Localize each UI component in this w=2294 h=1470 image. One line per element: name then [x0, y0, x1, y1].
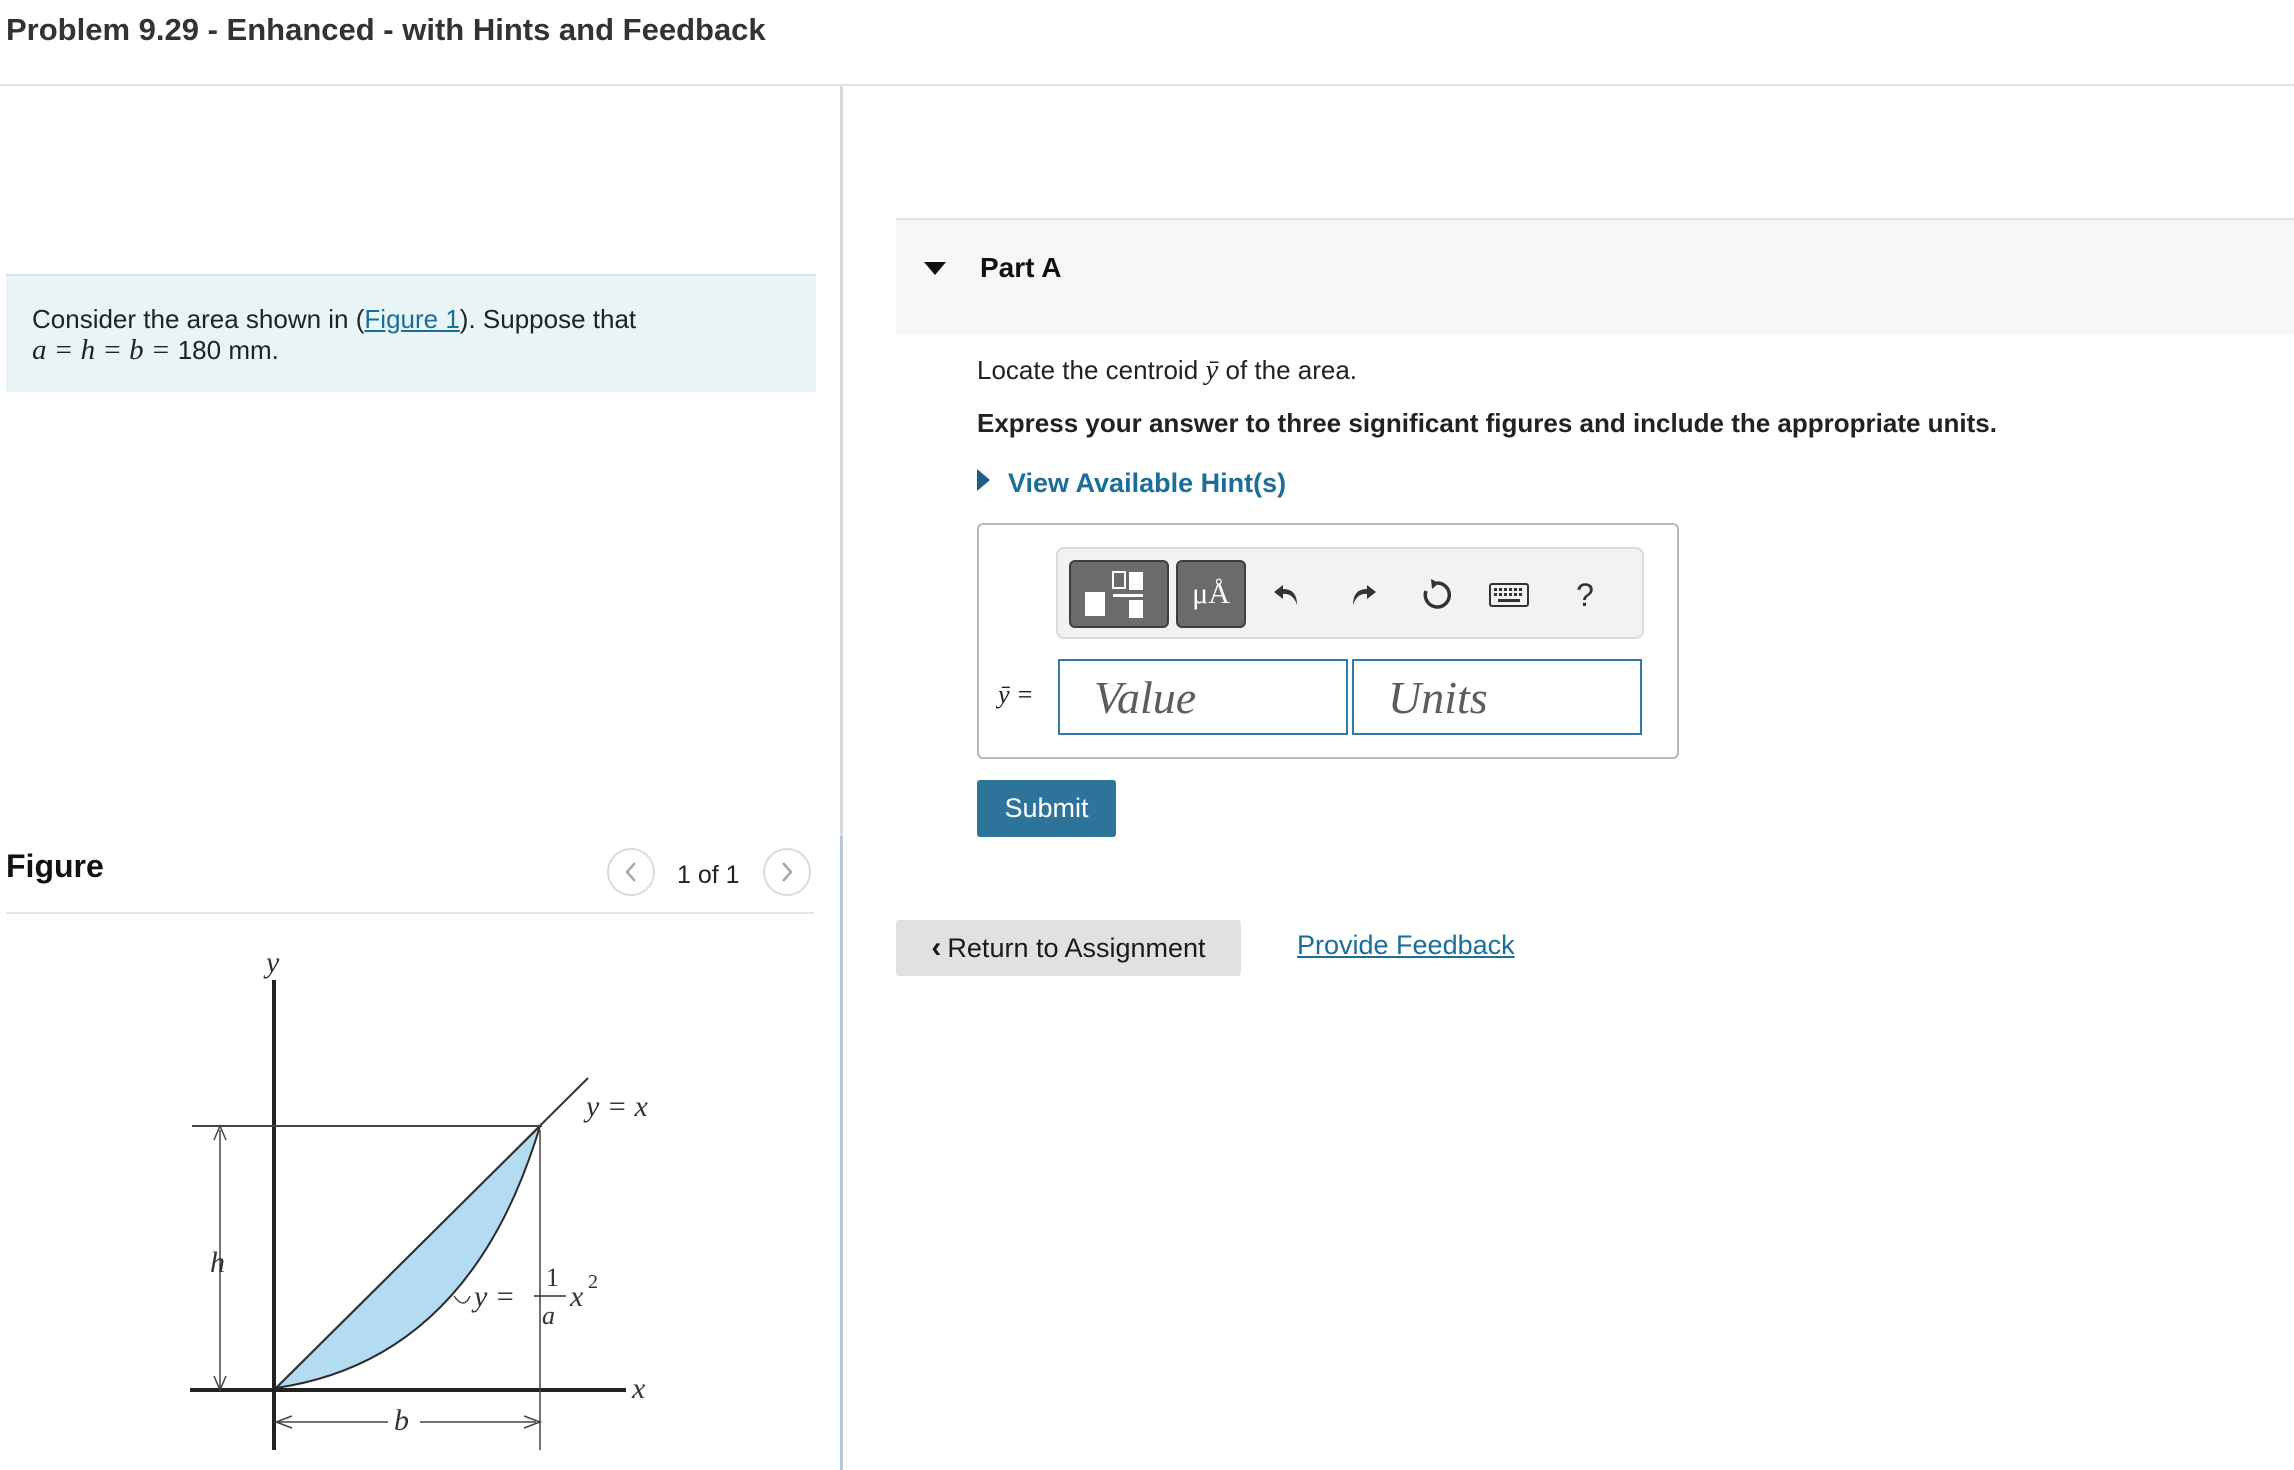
- statement-text: Consider the area shown in (: [32, 304, 365, 334]
- value-input[interactable]: [1058, 659, 1348, 735]
- problem-statement: Consider the area shown in (Figure 1). S…: [6, 274, 816, 392]
- chevron-left-icon: [625, 862, 636, 882]
- units-input[interactable]: [1352, 659, 1642, 735]
- line-y-equals-x: [275, 1077, 589, 1389]
- answer-instruction: Express your answer to three significant…: [977, 408, 1997, 438]
- reset-button[interactable]: [1414, 572, 1460, 618]
- caret-right-icon[interactable]: [977, 469, 990, 491]
- redo-icon: [1353, 585, 1376, 605]
- x-axis-label: x: [631, 1372, 646, 1405]
- return-label: Return to Assignment: [947, 932, 1206, 963]
- curve-numerator: 1: [546, 1263, 559, 1292]
- header-divider: [0, 84, 2294, 86]
- curve-exponent: 2: [588, 1271, 598, 1293]
- figure-prev-button[interactable]: [607, 848, 655, 896]
- reset-icon: [1423, 579, 1452, 609]
- answer-label: ȳ =: [998, 680, 1034, 709]
- keyboard-icon: [1489, 583, 1529, 607]
- curve-variable: x: [569, 1280, 584, 1313]
- height-label: h: [210, 1246, 225, 1279]
- page-title: Problem 9.29 - Enhanced - with Hints and…: [6, 12, 766, 47]
- statement-value: 180 mm.: [177, 335, 279, 365]
- y-axis-label: y: [263, 946, 280, 979]
- templates-icon: [1085, 571, 1143, 618]
- area-figure: y x y = x h b y = 1 a x 2: [190, 946, 649, 1450]
- statement-text-tail: ). Suppose that: [459, 304, 637, 334]
- chevron-right-icon: [782, 862, 793, 882]
- question-before: Locate the centroid: [977, 355, 1206, 385]
- curve-label: y =: [471, 1280, 515, 1313]
- help-button[interactable]: ?: [1562, 572, 1608, 618]
- question-text: Locate the centroid ȳ of the area.: [977, 354, 1357, 387]
- submit-button[interactable]: Submit: [977, 780, 1116, 837]
- figure-heading: Figure: [6, 848, 104, 884]
- provide-feedback-link[interactable]: Provide Feedback: [1297, 930, 1515, 961]
- undo-button[interactable]: [1264, 572, 1310, 618]
- symbols-button[interactable]: μÅ: [1176, 560, 1246, 628]
- line-label: y = x: [583, 1090, 649, 1123]
- base-label: b: [394, 1404, 409, 1437]
- statement-equation: a = h = b =: [32, 334, 178, 366]
- chevron-left-icon: ‹: [931, 931, 942, 964]
- part-a-title[interactable]: Part A: [980, 252, 1061, 284]
- part-a-header[interactable]: [896, 218, 2294, 334]
- question-symbol: ȳ: [1205, 354, 1219, 386]
- question-after: of the area.: [1218, 355, 1358, 385]
- redo-button[interactable]: [1340, 572, 1386, 618]
- curve-denominator: a: [542, 1301, 555, 1330]
- pane-divider-handle[interactable]: [840, 836, 843, 1470]
- templates-button[interactable]: [1069, 560, 1169, 628]
- caret-down-icon[interactable]: [924, 262, 946, 275]
- keyboard-button[interactable]: [1486, 572, 1532, 618]
- figure-counter: 1 of 1: [677, 861, 740, 889]
- view-hints-link[interactable]: View Available Hint(s): [1008, 468, 1286, 499]
- figure-next-button[interactable]: [763, 848, 811, 896]
- undo-icon: [1274, 585, 1297, 605]
- return-to-assignment-button[interactable]: ‹ Return to Assignment: [896, 920, 1241, 976]
- figure-link[interactable]: Figure 1: [364, 304, 459, 334]
- figure-divider: [6, 912, 814, 914]
